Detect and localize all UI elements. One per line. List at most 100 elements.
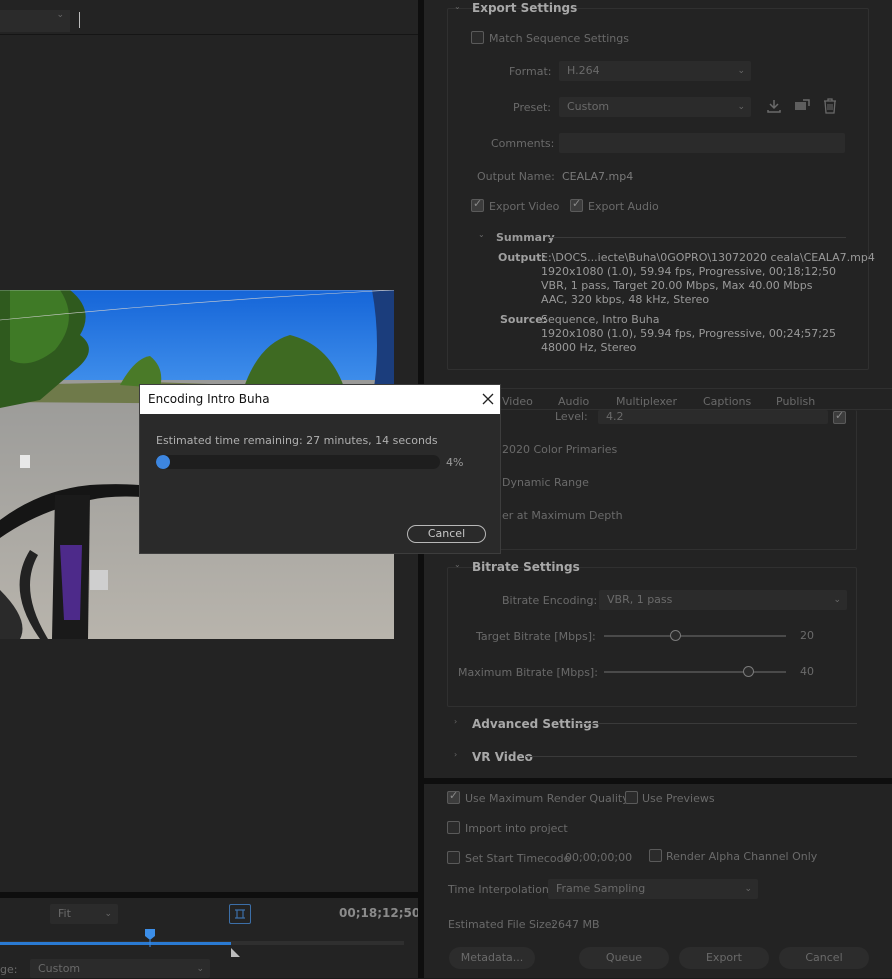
progress-percent: 4% bbox=[446, 456, 464, 469]
chevron-down-icon[interactable]: ⌄ bbox=[454, 560, 461, 569]
time-interpolation-label: Time Interpolation: bbox=[448, 883, 553, 896]
dialog-cancel-label: Cancel bbox=[427, 527, 466, 540]
comments-input[interactable] bbox=[559, 133, 845, 153]
export-video-checkbox[interactable] bbox=[471, 197, 484, 212]
import-project-label: Import into project bbox=[465, 822, 568, 835]
time-interpolation-value: Frame Sampling bbox=[556, 882, 646, 895]
chevron-down-icon: ⌄ bbox=[737, 66, 745, 76]
summary-title: Summary bbox=[496, 231, 555, 244]
import-preset-icon[interactable] bbox=[794, 98, 811, 117]
level-value: 4.2 bbox=[606, 410, 624, 423]
playhead-icon[interactable] bbox=[144, 929, 156, 947]
file-size-label: Estimated File Size: bbox=[448, 918, 556, 931]
tab-captions[interactable]: Captions bbox=[703, 395, 751, 408]
chevron-down-icon[interactable]: ⌄ bbox=[478, 230, 485, 239]
summary-output-line: AAC, 320 kbps, 48 kHz, Stereo bbox=[541, 293, 710, 306]
chevron-down-icon: ⌄ bbox=[104, 909, 112, 919]
comments-label: Comments: bbox=[491, 137, 555, 150]
import-project-checkbox[interactable] bbox=[447, 821, 460, 834]
summary-divider bbox=[549, 237, 846, 238]
max-depth-label: er at Maximum Depth bbox=[502, 509, 623, 522]
level-checkbox[interactable] bbox=[833, 409, 846, 424]
summary-output-label: Output: bbox=[498, 251, 546, 264]
summary-output-lines: E:\DOCS...iecte\Buha\0GOPRO\13072020 cea… bbox=[541, 251, 875, 307]
panel-separator bbox=[0, 34, 418, 35]
max-bitrate-value[interactable]: 40 bbox=[800, 665, 814, 678]
save-preset-icon[interactable] bbox=[766, 98, 782, 117]
set-start-timecode-checkbox[interactable] bbox=[447, 851, 460, 864]
format-value: H.264 bbox=[567, 64, 600, 77]
use-previews-label: Use Previews bbox=[642, 792, 715, 805]
chevron-right-icon[interactable]: › bbox=[454, 717, 457, 726]
dialog-cancel-button[interactable]: Cancel bbox=[407, 525, 486, 543]
out-point-marker[interactable] bbox=[231, 948, 240, 957]
preset-dropdown[interactable]: Custom ⌄ bbox=[559, 97, 751, 117]
max-bitrate-slider[interactable] bbox=[604, 671, 786, 673]
chevron-down-icon: ⌄ bbox=[744, 884, 752, 894]
crop-icon[interactable] bbox=[229, 904, 251, 924]
tab-multiplexer[interactable]: Multiplexer bbox=[616, 395, 677, 408]
chevron-down-icon: ⌄ bbox=[737, 102, 745, 112]
render-alpha-checkbox[interactable] bbox=[649, 849, 662, 862]
tab-audio[interactable]: Audio bbox=[558, 395, 589, 408]
use-previews-checkbox[interactable] bbox=[625, 791, 638, 804]
target-bitrate-thumb[interactable] bbox=[670, 630, 681, 641]
summary-source-line: Sequence, Intro Buha bbox=[541, 313, 660, 326]
chevron-down-icon[interactable]: ⌄ bbox=[454, 2, 461, 11]
match-sequence-checkbox[interactable] bbox=[471, 31, 484, 44]
bitrate-encoding-dropdown[interactable]: VBR, 1 pass ⌄ bbox=[599, 590, 847, 610]
vr-divider bbox=[526, 756, 857, 757]
summary-source-lines: Sequence, Intro Buha 1920x1080 (1.0), 59… bbox=[541, 313, 836, 355]
bitrate-encoding-value: VBR, 1 pass bbox=[607, 593, 673, 606]
range-value: Custom bbox=[38, 962, 81, 975]
range-label: ge: bbox=[0, 963, 18, 976]
tab-video[interactable]: Video bbox=[502, 395, 533, 408]
advanced-divider bbox=[576, 723, 857, 724]
bitrate-encoding-label: Bitrate Encoding: bbox=[502, 594, 598, 607]
chevron-right-icon[interactable]: › bbox=[454, 750, 457, 759]
preset-label: Preset: bbox=[513, 101, 552, 114]
export-settings-title: Export Settings bbox=[472, 1, 578, 15]
summary-source-line: 48000 Hz, Stereo bbox=[541, 341, 637, 354]
vr-video-title[interactable]: VR Video bbox=[472, 750, 533, 764]
file-size-value: 2647 MB bbox=[551, 918, 600, 931]
target-bitrate-value[interactable]: 20 bbox=[800, 629, 814, 642]
export-audio-checkbox[interactable] bbox=[570, 197, 583, 212]
close-icon[interactable] bbox=[480, 391, 496, 407]
level-dropdown[interactable]: 4.2 bbox=[598, 410, 828, 424]
text-cursor bbox=[79, 12, 80, 28]
output-name-link[interactable]: CEALA7.mp4 bbox=[562, 170, 633, 183]
summary-output-line: E:\DOCS...iecte\Buha\0GOPRO\13072020 cea… bbox=[541, 251, 875, 264]
advanced-settings-title[interactable]: Advanced Settings bbox=[472, 717, 599, 731]
export-button[interactable]: Export bbox=[679, 947, 769, 969]
progress-bar bbox=[156, 455, 440, 469]
preset-value: Custom bbox=[567, 100, 610, 113]
time-interpolation-dropdown[interactable]: Frame Sampling ⌄ bbox=[548, 879, 758, 899]
chevron-down-icon: ⌄ bbox=[196, 964, 204, 974]
max-bitrate-thumb[interactable] bbox=[743, 666, 754, 677]
metadata-button[interactable]: Metadata... bbox=[449, 947, 535, 969]
delete-preset-icon[interactable] bbox=[823, 98, 837, 117]
format-dropdown[interactable]: H.264 ⌄ bbox=[559, 61, 751, 81]
timecode-display[interactable]: 00;18;12;50 bbox=[339, 906, 420, 920]
fit-dropdown[interactable]: Fit ⌄ bbox=[50, 904, 118, 924]
source-dropdown[interactable]: ⌄ bbox=[0, 10, 70, 32]
range-dropdown[interactable]: Custom ⌄ bbox=[30, 959, 210, 978]
render-alpha-label: Render Alpha Channel Only bbox=[666, 850, 818, 863]
panel-separator bbox=[0, 892, 418, 898]
timeline-range bbox=[0, 942, 231, 945]
export-audio-label: Export Audio bbox=[588, 200, 659, 213]
chevron-down-icon: ⌄ bbox=[833, 595, 841, 605]
panel-separator bbox=[424, 778, 892, 784]
max-bitrate-label: Maximum Bitrate [Mbps]: bbox=[458, 666, 598, 679]
max-render-quality-checkbox[interactable] bbox=[447, 789, 460, 804]
cancel-button[interactable]: Cancel bbox=[779, 947, 869, 969]
queue-button[interactable]: Queue bbox=[579, 947, 669, 969]
start-timecode-value[interactable]: 00;00;00;00 bbox=[565, 851, 632, 864]
tab-publish[interactable]: Publish bbox=[776, 395, 815, 408]
color-primaries-label: 2020 Color Primaries bbox=[502, 443, 618, 456]
target-bitrate-label: Target Bitrate [Mbps]: bbox=[476, 630, 596, 643]
chevron-down-icon: ⌄ bbox=[56, 10, 64, 20]
format-label: Format: bbox=[509, 65, 552, 78]
target-bitrate-slider[interactable] bbox=[604, 635, 786, 637]
